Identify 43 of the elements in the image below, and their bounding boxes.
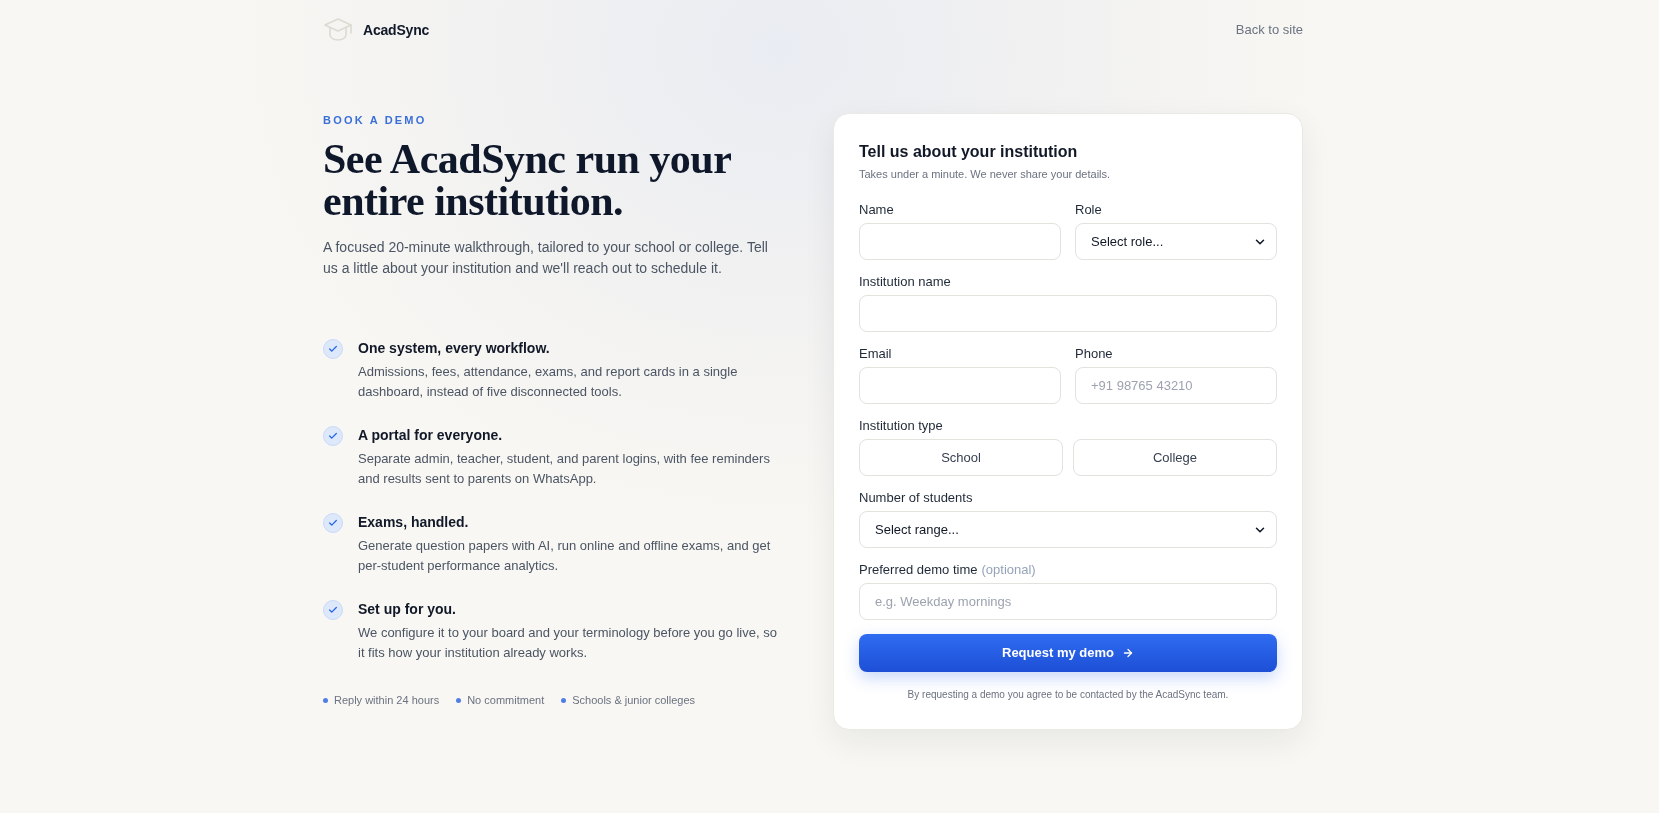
assurance-text: Reply within 24 hours (334, 693, 440, 708)
text-field[interactable]: +91 98765 43210 (1075, 367, 1277, 404)
field-label: Number of students (859, 489, 973, 507)
assurance-text: No commitment (467, 693, 545, 708)
disclaimer-text: By requesting a demo you agree to be contacted by the AcadSync team. (906, 688, 1230, 702)
assurance-text: Schools & junior colleges (572, 693, 696, 708)
form-title: Tell us about your institution (859, 142, 1079, 162)
feature-title: Set up for you. (358, 600, 457, 619)
eyebrow-label: BOOK A DEMO (323, 113, 428, 127)
check-icon (323, 513, 343, 533)
text-field[interactable]: e.g. Weekday mornings (859, 583, 1277, 620)
feature-title: A portal for everyone. (358, 426, 504, 445)
form-subtitle: Takes under a minute. We never share your details. (859, 167, 1112, 182)
text-field[interactable] (859, 367, 1061, 404)
select-field[interactable]: Select role... (1075, 223, 1277, 260)
feature-description: Generate question papers with AI, run online and offline exams, and get per-student performance analytics. (358, 537, 771, 575)
check-icon (323, 426, 343, 446)
feature-title: Exams, handled. (358, 513, 470, 532)
text-field[interactable] (859, 223, 1061, 260)
field-label: Preferred demo time (859, 561, 978, 579)
check-icon (323, 339, 343, 359)
headline: See AcadSync run your entire institution. (323, 138, 733, 222)
intro-paragraph: A focused 20-minute walkthrough, tailored to your school or college. Tell us a little about your institution and we'll reach out to schedule it. (323, 238, 769, 278)
field-label: Email (859, 345, 892, 363)
feature-description: Admissions, fees, attendance, exams, and report cards in a single dashboard, instead of five disconnected tools. (358, 363, 738, 401)
check-icon (323, 600, 343, 620)
field-label: Role (1075, 201, 1102, 219)
feature-description: We configure it to your board and your terminology before you go live, so it fits how your institution already works. (358, 624, 777, 662)
field-label: Name (859, 201, 894, 219)
option-button[interactable]: School (859, 439, 1063, 476)
feature-description: Separate admin, teacher, student, and parent logins, with fee reminders and results sent to parents on WhatsApp. (358, 450, 770, 488)
submit-button[interactable]: Request my demo (859, 634, 1277, 672)
field-label: Phone (1075, 345, 1113, 363)
field-label: Institution name (859, 273, 951, 291)
brand-name: AcadSync (363, 20, 430, 40)
select-field[interactable]: Select range... (859, 511, 1277, 548)
option-button[interactable]: College (1073, 439, 1277, 476)
feature-title: One system, every workflow. (358, 339, 551, 358)
optional-note: (optional) (981, 561, 1036, 579)
back-link[interactable]: Back to site (1235, 20, 1303, 40)
text-field[interactable] (859, 295, 1277, 332)
field-label: Institution type (859, 417, 943, 435)
arrow-right-icon (1122, 647, 1134, 659)
